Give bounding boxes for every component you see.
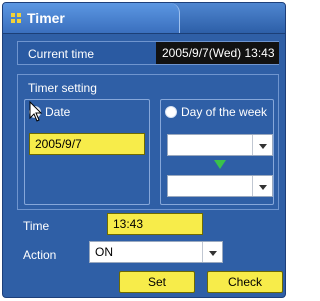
chevron-down-icon[interactable] (252, 176, 272, 196)
time-label: Time (23, 219, 50, 233)
time-input[interactable]: 13:43 (107, 213, 203, 235)
check-button[interactable]: Check (207, 271, 283, 293)
timer-window: Timer Current time 2005/9/7(Wed) 13:43 T… (2, 2, 286, 298)
timer-setting-group: Timer setting Date 2005/9/7 Day of the w… (17, 74, 279, 210)
title-bar: Timer (3, 3, 285, 34)
chevron-down-icon[interactable] (202, 242, 222, 262)
day-of-week-radio[interactable] (165, 106, 177, 118)
arrow-down-icon (214, 160, 226, 169)
title-tab: Timer (3, 3, 180, 33)
action-label: Action (23, 248, 57, 262)
current-time-value: 2005/9/7(Wed) 13:43 (156, 42, 279, 64)
day-of-week-option-label: Day of the week (181, 105, 268, 119)
mouse-pointer-icon (29, 101, 43, 122)
weekday-to-select[interactable] (167, 175, 273, 197)
action-select[interactable]: ON (89, 241, 223, 263)
grid-icon (11, 13, 22, 24)
action-value: ON (95, 245, 113, 259)
date-input[interactable]: 2005/9/7 (29, 133, 145, 155)
day-of-week-panel: Day of the week (160, 99, 274, 205)
window-title: Timer (27, 10, 65, 26)
current-time-row: Current time 2005/9/7(Wed) 13:43 (17, 41, 279, 65)
set-button[interactable]: Set (119, 271, 195, 293)
current-time-label: Current time (28, 47, 95, 61)
timer-setting-label: Timer setting (28, 81, 97, 95)
weekday-from-select[interactable] (167, 134, 273, 156)
chevron-down-icon[interactable] (252, 135, 272, 155)
date-option-label: Date (45, 105, 71, 119)
